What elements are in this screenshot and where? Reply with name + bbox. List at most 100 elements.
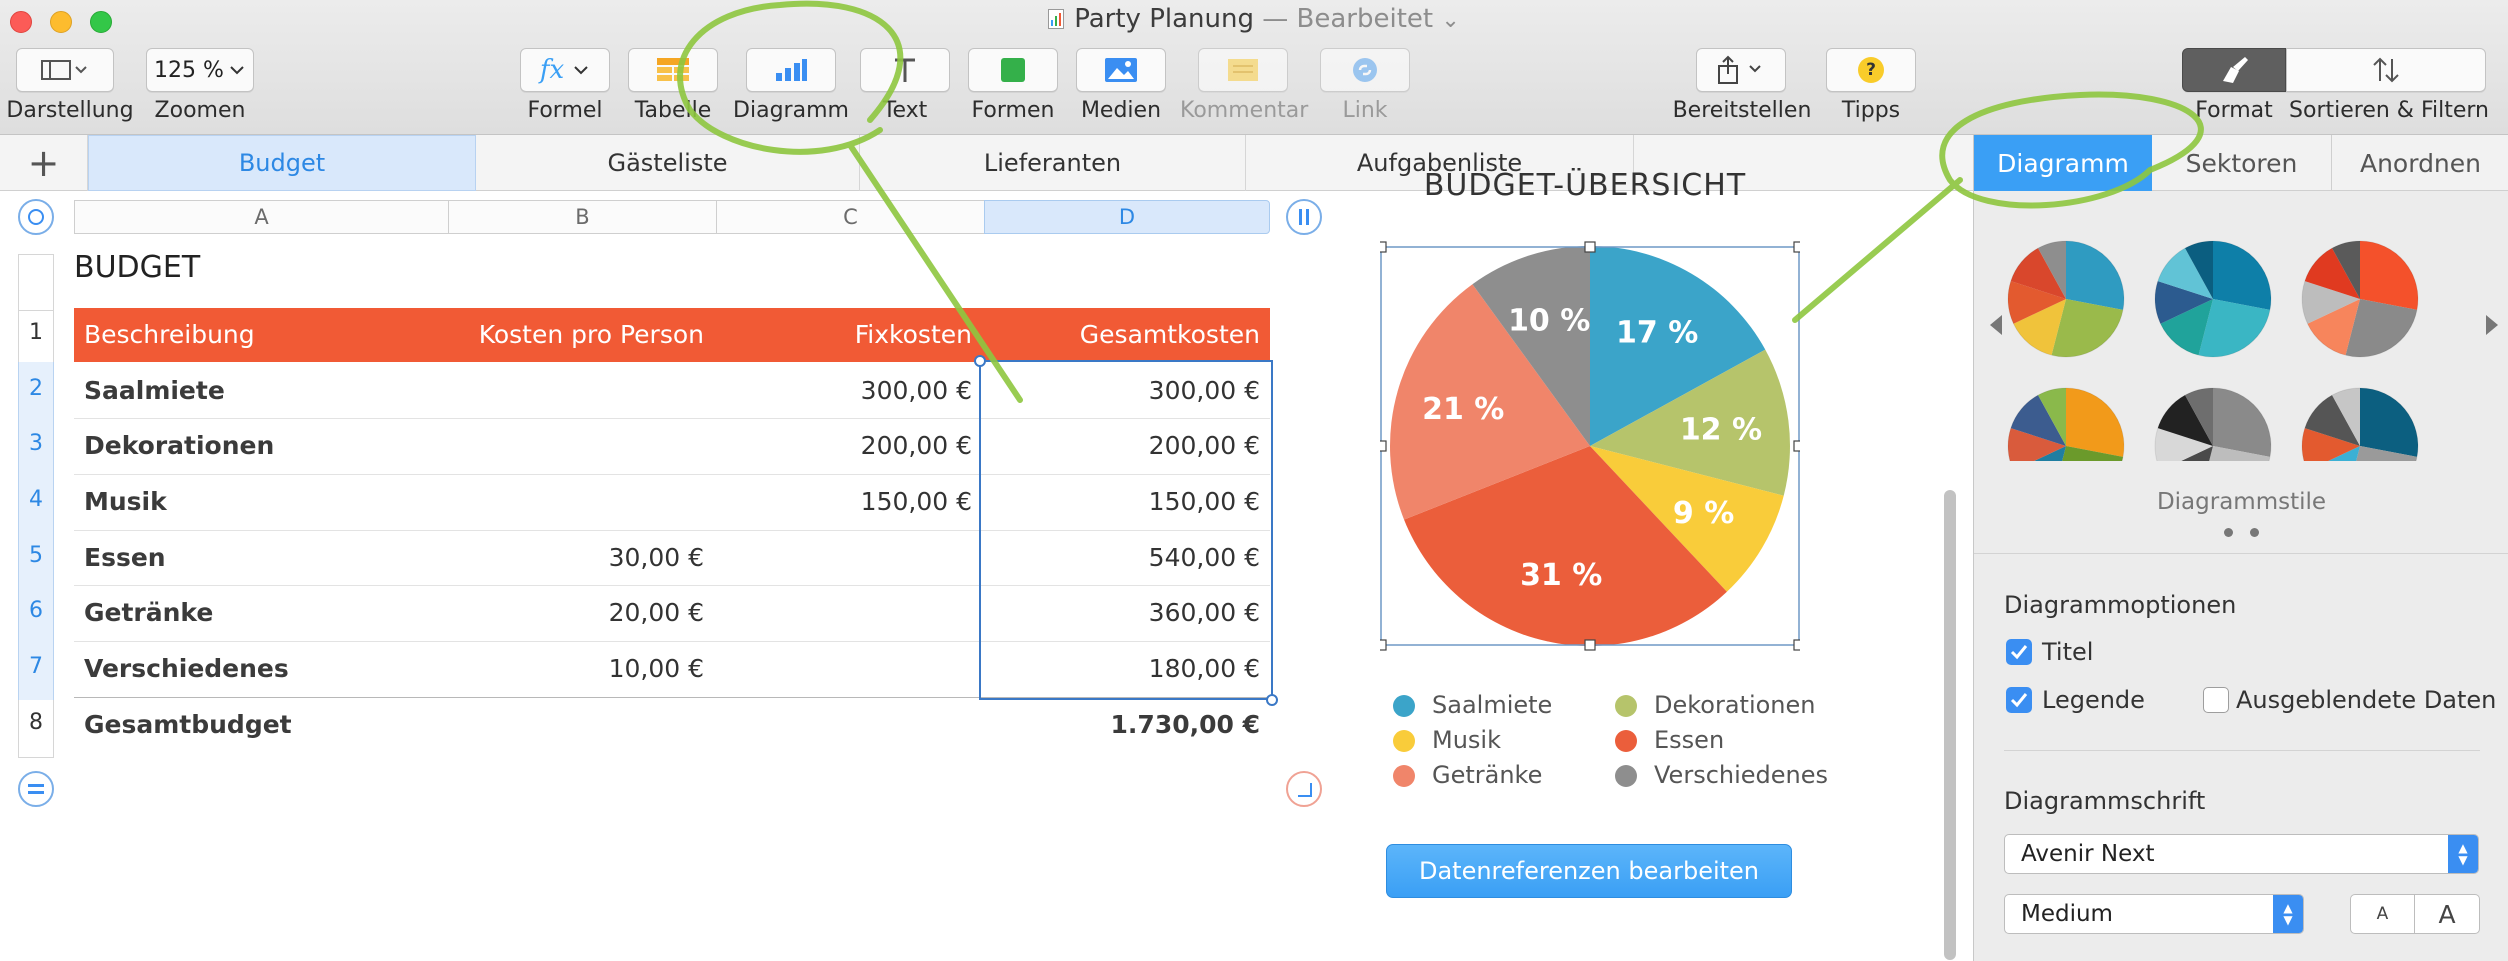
cell-description[interactable]: Verschiedenes <box>84 654 289 683</box>
row-number[interactable]: 8 <box>18 710 54 735</box>
increase-font-size-button[interactable]: A <box>2415 895 2479 933</box>
bar-chart-icon <box>776 59 807 81</box>
legend-label[interactable]: Getränke <box>1432 761 1542 789</box>
add-sheet-button[interactable]: + <box>0 135 88 191</box>
header-cost-per-person[interactable]: Kosten pro Person <box>448 320 704 349</box>
cell-description[interactable]: Musik <box>84 487 167 516</box>
resize-handle[interactable] <box>1793 639 1800 651</box>
resize-handle[interactable] <box>1793 241 1800 253</box>
legend-checkbox-label: Legende <box>2042 686 2145 714</box>
resize-table-handle[interactable] <box>1286 771 1322 807</box>
chart-title[interactable]: BUDGET-ÜBERSICHT <box>1360 168 1810 202</box>
header-fixed-costs[interactable]: Fixkosten <box>716 320 972 349</box>
cell-description[interactable]: Saalmiete <box>84 376 225 405</box>
shapes-button[interactable] <box>968 48 1058 92</box>
text-icon <box>895 58 915 82</box>
page-dot[interactable] <box>2250 528 2259 537</box>
cell-description[interactable]: Dekorationen <box>84 431 274 460</box>
photo-icon <box>1105 58 1137 82</box>
resize-handle[interactable] <box>1584 639 1596 651</box>
footer-description[interactable]: Gesamtbudget <box>84 710 292 739</box>
row-number[interactable]: 7 <box>18 654 54 679</box>
edit-data-references-button[interactable]: Datenreferenzen bearbeiten <box>1386 844 1792 898</box>
formula-button[interactable]: fx <box>520 48 610 92</box>
page-dot-active[interactable] <box>2224 528 2233 537</box>
tab-lieferanten[interactable]: Lieferanten <box>860 135 1246 191</box>
resize-handle[interactable] <box>1380 440 1387 452</box>
cell-per-person[interactable]: 10,00 € <box>448 654 704 683</box>
sidebar-view-icon <box>41 60 87 80</box>
header-total-costs[interactable]: Gesamtkosten <box>1000 320 1260 349</box>
cell-fixed[interactable]: 200,00 € <box>716 431 972 460</box>
font-weight-select[interactable]: Medium ▲ ▼ <box>2004 894 2304 934</box>
row-number[interactable]: 5 <box>18 543 54 568</box>
resize-handle[interactable] <box>1793 440 1800 452</box>
legend-checkbox[interactable] <box>2006 687 2032 713</box>
tips-label: Tipps <box>1841 98 1901 123</box>
view-button[interactable] <box>16 48 114 92</box>
select-table-handle[interactable] <box>18 199 54 235</box>
chevron-updown-icon: ▲ ▼ <box>2448 835 2478 873</box>
resize-handle[interactable] <box>1380 639 1387 651</box>
sidebar-tab-wedges[interactable]: Sektoren <box>2152 135 2332 191</box>
footer-total[interactable]: 1.730,00 € <box>1000 710 1260 739</box>
cell-selection-range[interactable] <box>979 360 1273 700</box>
row-number[interactable]: 1 <box>18 320 54 345</box>
sidebar-tab-arrange[interactable]: Anordnen <box>2332 135 2508 191</box>
tips-button[interactable]: ? <box>1826 48 1916 92</box>
square-shape-icon <box>1001 58 1025 82</box>
hidden-data-checkbox[interactable] <box>2203 687 2229 713</box>
row-number[interactable]: 2 <box>18 376 54 401</box>
legend-label[interactable]: Essen <box>1654 726 1724 754</box>
sort-filter-button[interactable] <box>2286 48 2486 92</box>
resize-handle[interactable] <box>1584 241 1596 253</box>
legend-label[interactable]: Musik <box>1432 726 1501 754</box>
text-button[interactable] <box>860 48 950 92</box>
column-header-c[interactable]: C <box>716 200 984 234</box>
chevron-down-icon <box>574 66 588 75</box>
decrease-font-size-button[interactable]: A <box>2351 895 2415 933</box>
legend-swatch <box>1615 765 1637 787</box>
row-number[interactable]: 6 <box>18 598 54 623</box>
resize-handle[interactable] <box>1380 241 1387 253</box>
column-header-a[interactable]: A <box>74 200 448 234</box>
legend-label[interactable]: Saalmiete <box>1432 691 1552 719</box>
media-button[interactable] <box>1076 48 1166 92</box>
legend-label[interactable]: Dekorationen <box>1654 691 1816 719</box>
column-header-d[interactable]: D <box>984 200 1270 234</box>
cell-per-person[interactable]: 20,00 € <box>448 598 704 627</box>
chart-style-gallery[interactable] <box>1974 191 2508 461</box>
sidebar-tab-chart[interactable]: Diagramm <box>1974 135 2152 191</box>
link-button[interactable] <box>1320 48 1410 92</box>
pie-chart[interactable]: 17 % 12 % 9 % 31 % 21 % 10 % <box>1380 236 1800 656</box>
chart-button[interactable] <box>746 48 836 92</box>
vertical-scrollbar[interactable] <box>1944 490 1956 960</box>
title-checkbox[interactable] <box>2006 639 2032 665</box>
selection-handle-top[interactable] <box>974 355 986 367</box>
header-description[interactable]: Beschreibung <box>84 320 255 349</box>
tab-budget[interactable]: Budget <box>88 135 476 191</box>
cell-fixed[interactable]: 150,00 € <box>716 487 972 516</box>
add-row-handle[interactable] <box>18 771 54 807</box>
zoom-select[interactable]: 125 % <box>146 48 254 92</box>
cell-description[interactable]: Essen <box>84 543 166 572</box>
share-button[interactable] <box>1696 48 1786 92</box>
add-column-handle[interactable] <box>1286 199 1322 235</box>
row-selection-highlight <box>18 362 54 700</box>
cell-description[interactable]: Getränke <box>84 598 213 627</box>
selection-handle-bottom[interactable] <box>1266 694 1278 706</box>
cell-fixed[interactable]: 300,00 € <box>716 376 972 405</box>
chart-font-select[interactable]: Avenir Next ▲ ▼ <box>2004 834 2479 874</box>
table-button[interactable] <box>628 48 718 92</box>
title-chevron-down-icon[interactable]: ⌄ <box>1441 8 1459 33</box>
row-number[interactable]: 3 <box>18 431 54 456</box>
tab-gaesteliste[interactable]: Gästeliste <box>476 135 860 191</box>
format-button[interactable] <box>2182 48 2286 92</box>
format-sidebar: Diagramm Sektoren Anordnen Diagrammstile… <box>1973 135 2508 961</box>
column-header-b[interactable]: B <box>448 200 716 234</box>
cell-per-person[interactable]: 30,00 € <box>448 543 704 572</box>
comment-button[interactable] <box>1198 48 1288 92</box>
pie-slice-label: 12 % <box>1680 412 1762 447</box>
row-number[interactable]: 4 <box>18 487 54 512</box>
legend-label[interactable]: Verschiedenes <box>1654 761 1828 789</box>
